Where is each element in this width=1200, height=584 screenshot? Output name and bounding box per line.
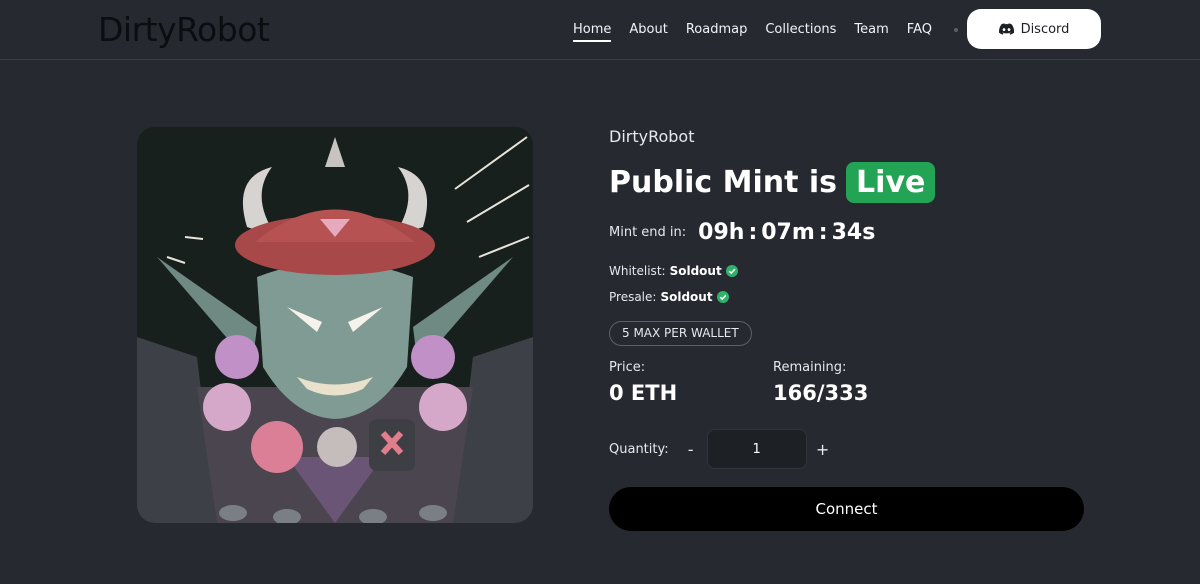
discord-label: Discord xyxy=(1020,21,1070,37)
presale-status: Presale: Soldout xyxy=(609,290,729,304)
countdown-separator: : xyxy=(748,220,758,245)
quantity-stepper: Quantity: - + xyxy=(609,429,831,469)
nav-home[interactable]: Home xyxy=(573,0,612,60)
nav-about[interactable]: About xyxy=(629,0,667,60)
mint-headline: Public Mint is Live xyxy=(609,162,936,203)
check-circle-icon xyxy=(716,291,729,303)
main-nav: Home About Roadmap Collections Team FAQ xyxy=(573,0,972,60)
remaining-label: Remaining: xyxy=(773,360,847,375)
nav-team[interactable]: Team xyxy=(854,0,888,60)
nav-faq[interactable]: FAQ xyxy=(907,0,932,60)
price-label: Price: xyxy=(609,360,646,375)
presale-value: Soldout xyxy=(660,290,713,304)
countdown-timer: 09h : 07m : 34s xyxy=(698,220,875,245)
countdown-row: Mint end in: 09h : 07m : 34s xyxy=(609,220,875,245)
remaining-stat: Remaining: 166/333 xyxy=(773,360,868,405)
quantity-decrement-button[interactable]: - xyxy=(683,440,699,459)
countdown-separator: : xyxy=(818,220,828,245)
countdown-label: Mint end in: xyxy=(609,225,687,240)
whitelist-status: Whitelist: Soldout xyxy=(609,264,738,278)
price-stat: Price: 0 ETH xyxy=(609,360,677,405)
collection-name: DirtyRobot xyxy=(609,127,695,146)
whitelist-label: Whitelist: xyxy=(609,264,666,278)
connect-button[interactable]: Connect xyxy=(609,487,1084,531)
countdown-minutes: 07m xyxy=(761,220,815,245)
quantity-input[interactable] xyxy=(706,429,807,469)
nft-artwork xyxy=(137,127,533,523)
countdown-seconds: 34s xyxy=(831,220,876,245)
quantity-increment-button[interactable]: + xyxy=(815,440,831,459)
logo[interactable]: DirtyRobot xyxy=(98,10,270,49)
whitelist-value: Soldout xyxy=(669,264,722,278)
presale-label: Presale: xyxy=(609,290,657,304)
max-per-wallet-badge: 5 MAX PER WALLET xyxy=(609,321,752,346)
nav-roadmap[interactable]: Roadmap xyxy=(686,0,748,60)
countdown-hours: 09h xyxy=(698,220,745,245)
check-circle-icon xyxy=(725,265,738,277)
remaining-value: 166/333 xyxy=(773,381,869,405)
discord-button[interactable]: Discord xyxy=(967,9,1101,49)
discord-icon xyxy=(998,23,1014,35)
quantity-label: Quantity: xyxy=(609,441,669,457)
nav-collections[interactable]: Collections xyxy=(765,0,836,60)
headline-text: Public Mint is xyxy=(609,165,838,200)
price-value: 0 ETH xyxy=(609,381,678,405)
nav-separator-dot xyxy=(953,28,958,32)
live-badge: Live xyxy=(846,162,936,203)
site-header: DirtyRobot Home About Roadmap Collection… xyxy=(0,0,1200,60)
